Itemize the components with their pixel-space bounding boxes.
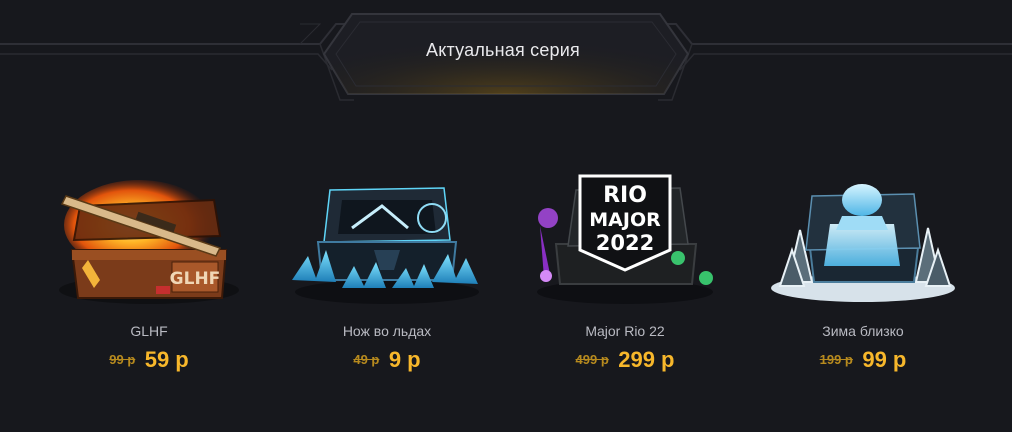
case-list: GLHF GLHF 99 р 59 р Нож во льдах 49 р 9 …	[30, 170, 982, 390]
glhf-case-image: GLHF	[59, 180, 239, 304]
section-title: Актуальная серия	[426, 40, 580, 60]
case-price: 199 р 99 р	[744, 347, 982, 373]
year-art-text: 2022	[596, 231, 654, 255]
glhf-art-text: GLHF	[170, 269, 221, 289]
old-price: 199 р	[819, 352, 853, 367]
case-price: 499 р 299 р	[506, 347, 744, 373]
old-price: 49 р	[353, 352, 380, 367]
case-price: 99 р 59 р	[30, 347, 268, 373]
case-card-winter[interactable]: Зима близко 199 р 99 р	[744, 170, 982, 390]
case-price: 49 р 9 р	[268, 347, 506, 373]
case-name: Зима близко	[822, 323, 904, 339]
old-price: 499 р	[575, 352, 609, 367]
major-rio-case-image: RIO MAJOR 2022	[537, 174, 713, 304]
current-price: 299 р	[618, 347, 675, 372]
winter-case-image	[771, 184, 955, 302]
ice-knife-case-image	[292, 187, 479, 304]
case-name: Нож во льдах	[342, 323, 432, 339]
rio-art-text: RIO	[603, 183, 647, 208]
case-card-ice-knife[interactable]: Нож во льдах 49 р 9 р	[268, 170, 506, 390]
old-price: 99 р	[109, 352, 136, 367]
current-price: 59 р	[144, 347, 189, 372]
case-card-major-rio[interactable]: RIO MAJOR 2022 Major Rio 22 499 р 299 р	[506, 170, 744, 390]
current-price: 99 р	[862, 347, 907, 372]
case-showcase: Актуальная серия GLHF GLHF 99 р 59 р Нож…	[0, 0, 1012, 432]
case-name: GLHF	[130, 323, 168, 339]
case-name: Major Rio 22	[585, 323, 665, 339]
major-art-text: MAJOR	[589, 209, 661, 231]
current-price: 9 р	[388, 347, 421, 372]
case-card-glhf[interactable]: GLHF GLHF 99 р 59 р	[30, 170, 268, 390]
